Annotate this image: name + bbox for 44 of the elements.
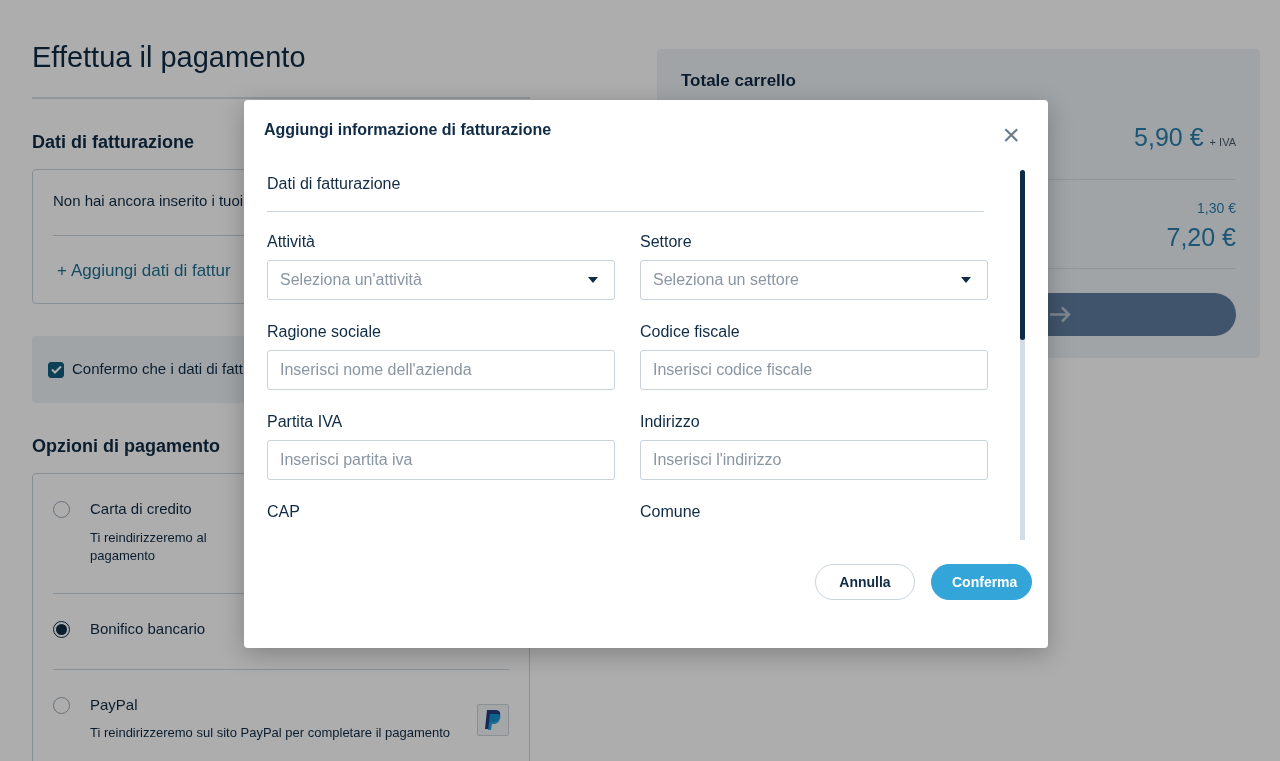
arrow-icon <box>1050 306 1071 324</box>
price: 1,30 € <box>1197 199 1236 216</box>
confirm-button[interactable]: Conferma <box>931 564 1032 600</box>
field-label: CAP <box>267 502 301 522</box>
field-label: Settore <box>640 232 693 252</box>
radio-button[interactable] <box>53 696 70 714</box>
field-label: Comune <box>640 502 702 522</box>
select-field[interactable]: Seleziona un settore <box>640 260 988 300</box>
radio-button[interactable] <box>53 621 70 639</box>
option-label: PayPal <box>90 694 139 715</box>
section-heading: Opzioni di pagamento <box>32 435 221 458</box>
option-description: Ti reindirizzeremo sul sito PayPal per completare il pagamento <box>90 724 451 743</box>
caret-icon <box>588 277 598 283</box>
option-label: Carta di credito <box>90 499 193 520</box>
input-field[interactable]: Inserisci codice fiscale <box>640 350 988 390</box>
section-heading: Dati di fatturazione <box>32 131 195 154</box>
plus-icon: + <box>57 257 67 284</box>
add-billing-link[interactable]: + Aggiungi dati di fattur <box>53 235 235 304</box>
caret-icon <box>961 277 971 283</box>
radio-button[interactable] <box>53 501 70 519</box>
confirm-label: Confermo che i dati di fatt <box>72 359 243 380</box>
cart-title: Totale carrello <box>681 71 797 92</box>
field-label: Ragione sociale <box>267 322 382 342</box>
field-label: Partita IVA <box>267 412 344 432</box>
field-label: Indirizzo <box>640 412 701 432</box>
paypal-icon <box>477 703 509 736</box>
link-text: Aggiungi dati di fattur <box>70 259 231 282</box>
section-title: Dati di fatturazione <box>267 162 984 212</box>
close-button[interactable]: × <box>1002 120 1032 150</box>
price: 5,90 € <box>1134 122 1204 154</box>
input-field[interactable]: Inserisci partita iva <box>267 440 615 480</box>
total-price: 7,20 € <box>1166 222 1236 251</box>
scrollbar[interactable] <box>1020 170 1025 540</box>
option-description: Ti reindirizzeremo al pagamento <box>90 529 208 566</box>
field-label: Codice fiscale <box>640 322 741 342</box>
input-field[interactable]: Inserisci nome dell'azienda <box>267 350 615 390</box>
option-label: Bonifico bancario <box>90 619 206 640</box>
dialog-title: Aggiungi informazione di fatturazione <box>264 120 552 140</box>
cancel-button[interactable]: Annulla <box>815 564 915 600</box>
checkbox[interactable] <box>48 361 64 378</box>
select-field[interactable]: Seleziona un'attività <box>267 260 615 300</box>
tax-note: + IVA <box>1209 135 1236 151</box>
page-title: Effettua il pagamento <box>32 40 530 99</box>
input-field[interactable]: Inserisci l'indirizzo <box>640 440 988 480</box>
